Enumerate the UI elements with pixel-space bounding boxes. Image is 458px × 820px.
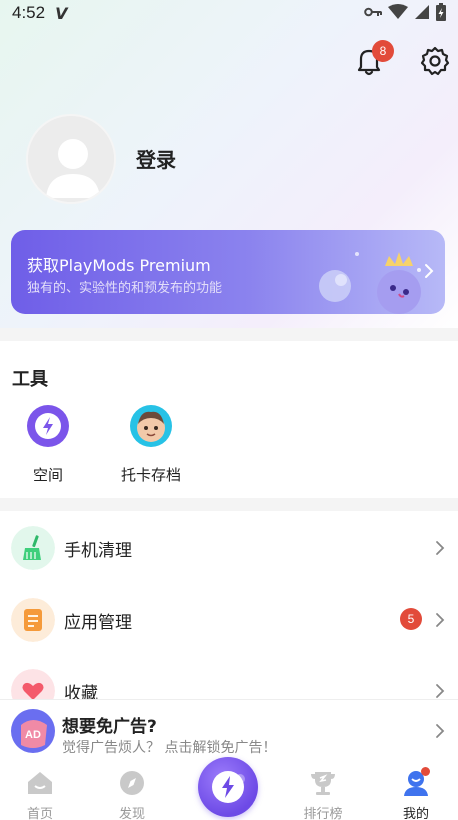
nav-home[interactable]: 首页 xyxy=(5,769,75,820)
profile-header-actions: 8 xyxy=(0,40,458,80)
space-icon xyxy=(27,405,69,447)
bottom-navigation: 首页 发现 排行榜 我的 xyxy=(0,757,458,820)
home-icon xyxy=(28,772,52,794)
status-indicators xyxy=(364,3,446,21)
menu-item-label: 手机清理 xyxy=(64,541,132,561)
compass-icon xyxy=(120,771,144,795)
app-manage-icon xyxy=(11,598,55,642)
status-bar: 4:52 V xyxy=(0,0,458,26)
chevron-right-icon xyxy=(436,541,445,555)
ad-banner-subtitle: 觉得广告烦人？ 点击解锁免广告！ xyxy=(62,740,277,756)
nav-mine-dot xyxy=(421,767,430,776)
avatar[interactable] xyxy=(26,114,116,204)
broom-icon xyxy=(11,526,55,570)
status-app-icon: V xyxy=(55,3,68,23)
tool-space-label: 空间 xyxy=(32,466,63,484)
tools-section-title: 工具 xyxy=(12,369,48,390)
svg-text:AD: AD xyxy=(25,729,41,741)
nav-discover[interactable]: 发现 xyxy=(97,769,167,820)
chevron-right-icon xyxy=(425,264,434,278)
tool-toca-save-label: 托卡存档 xyxy=(120,466,181,484)
space-center-button[interactable] xyxy=(198,757,258,817)
ad-icon: AD xyxy=(11,709,55,753)
nav-ranking[interactable]: 排行榜 xyxy=(288,769,358,820)
nav-home-label: 首页 xyxy=(26,807,53,820)
chevron-right-icon xyxy=(436,613,445,627)
default-avatar-icon xyxy=(28,116,114,202)
chevron-right-icon xyxy=(436,684,445,698)
lightning-icon xyxy=(212,771,245,803)
status-time: 4:52 xyxy=(12,3,46,22)
nav-ranking-label: 排行榜 xyxy=(303,807,343,820)
toca-save-icon xyxy=(130,405,172,447)
tool-space[interactable]: 空间 xyxy=(8,404,88,485)
app-manage-badge: 5 xyxy=(400,608,422,630)
section-divider xyxy=(0,498,458,511)
premium-banner[interactable]: 获取PlayMods Premium 独有的、实验性的和预发布的功能 xyxy=(11,230,445,314)
wifi-icon xyxy=(388,4,408,19)
trophy-icon xyxy=(311,772,335,795)
remove-ads-banner[interactable]: AD 想要免广告? 觉得广告烦人？ 点击解锁免广告！ xyxy=(0,699,458,765)
login-link[interactable]: 登录 xyxy=(136,144,176,173)
signal-icon xyxy=(415,5,429,19)
menu-item-app-manage[interactable]: 应用管理 5 xyxy=(0,598,458,654)
nav-mine[interactable]: 我的 xyxy=(381,769,451,820)
premium-title: 获取PlayMods Premium xyxy=(27,256,211,275)
section-divider xyxy=(0,328,458,341)
notification-badge: 8 xyxy=(372,40,394,62)
premium-subtitle: 独有的、实验性的和预发布的功能 xyxy=(27,281,223,296)
menu-item-phone-clean[interactable]: 手机清理 xyxy=(0,526,458,582)
key-icon xyxy=(364,7,382,17)
menu-item-label: 应用管理 xyxy=(64,613,132,633)
nav-mine-label: 我的 xyxy=(402,807,429,820)
gear-icon[interactable] xyxy=(419,45,451,77)
chevron-right-icon xyxy=(436,724,445,738)
premium-mascot-icon xyxy=(319,252,421,314)
nav-discover-label: 发现 xyxy=(118,807,145,820)
tool-toca-save[interactable]: 托卡存档 xyxy=(111,404,191,485)
battery-icon xyxy=(436,3,446,21)
ad-banner-title: 想要免广告? xyxy=(62,717,157,737)
